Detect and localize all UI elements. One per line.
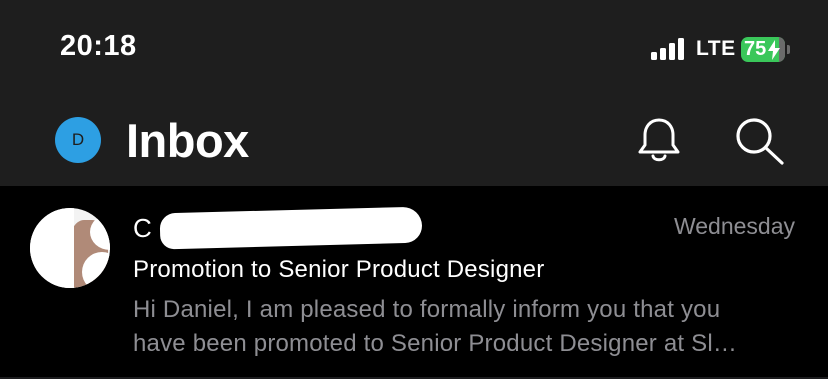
battery-cap — [787, 45, 790, 54]
avatar-initial: D — [71, 130, 85, 149]
signal-icon — [651, 38, 684, 60]
charging-bolt-icon — [768, 40, 780, 60]
page-title: Inbox — [126, 114, 249, 167]
app-header: 20:18 LTE 75 D Inbox — [0, 0, 828, 186]
message-preview: Hi Daniel, I am pleased to formally info… — [133, 293, 803, 361]
account-avatar[interactable]: D — [55, 117, 101, 163]
preview-line: Hi Daniel, I am pleased to formally info… — [133, 296, 721, 323]
battery-icon: 75 — [741, 37, 785, 62]
sender-name: C — [133, 213, 152, 243]
battery-percent: 75 — [744, 38, 767, 60]
message-date: Wednesday — [673, 213, 795, 239]
list-item[interactable]: C Wednesday Promotion to Senior Product … — [0, 186, 828, 379]
sender-avatar — [30, 208, 110, 288]
network-type: LTE — [696, 37, 736, 60]
status-time: 20:18 — [60, 30, 137, 62]
bell-icon[interactable] — [636, 116, 682, 164]
preview-line: have been promoted to Senior Product Des… — [133, 330, 738, 357]
redaction-mark — [159, 206, 423, 250]
search-icon[interactable] — [734, 116, 786, 166]
message-subject: Promotion to Senior Product Designer — [133, 256, 545, 283]
